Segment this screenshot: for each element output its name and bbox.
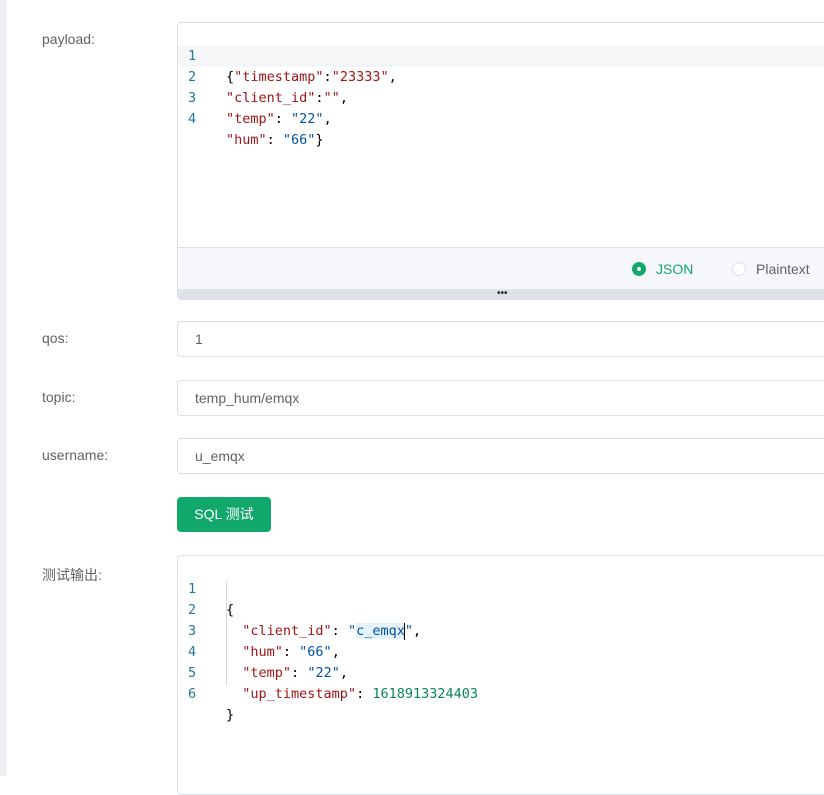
output-editor[interactable]: 1 { 2 "client_id": "c_emqx", 3 "hum": "6… <box>177 555 824 795</box>
code-line: 4 "temp": "22", <box>178 621 824 681</box>
topic-label: topic: <box>42 389 76 405</box>
code-line: 6 } <box>178 663 824 723</box>
radio-unchecked-icon <box>732 262 746 276</box>
topic-input[interactable]: temp_hum/emqx <box>177 380 824 416</box>
code-line: 3 "temp": "22", <box>178 67 824 127</box>
code-line: 3 "hum": "66", <box>178 600 824 660</box>
output-label: 测试输出: <box>42 567 102 583</box>
plaintext-radio-label: Plaintext <box>756 261 810 277</box>
line-number: 4 <box>188 111 197 127</box>
line-number: 6 <box>188 686 197 702</box>
payload-label: payload: <box>42 31 95 47</box>
code-text: "hum": "66"} <box>226 132 324 148</box>
code-line: 1 { <box>178 558 824 618</box>
format-toolbar: JSON Plaintext <box>178 247 824 290</box>
code-line: 5 "up_timestamp": 1618913324403 <box>178 642 824 702</box>
plaintext-radio[interactable]: Plaintext <box>732 260 810 278</box>
code-text: "temp": "22", <box>226 111 332 127</box>
code-line: 4 "hum": "66"} <box>178 88 824 148</box>
code-line: 1 {"timestamp":"23333", <box>178 25 824 85</box>
code-line: 2 "client_id": "c_emqx", <box>178 579 824 640</box>
username-label: username: <box>42 447 109 463</box>
code-line: 2 "client_id":"", <box>178 46 824 106</box>
editor-resize-handle[interactable]: ••• <box>178 289 824 299</box>
sql-test-button[interactable]: SQL 测试 <box>177 497 271 532</box>
json-radio-label: JSON <box>656 261 694 277</box>
qos-label: qos: <box>42 330 69 346</box>
left-panel-edge <box>0 0 7 776</box>
json-radio[interactable]: JSON <box>632 260 693 278</box>
code-text: } <box>226 707 235 723</box>
qos-input[interactable]: 1 <box>177 321 824 357</box>
drag-dots-icon: ••• <box>497 288 508 299</box>
payload-editor[interactable]: 1 {"timestamp":"23333", 2 "client_id":""… <box>177 22 824 300</box>
radio-checked-icon <box>632 262 646 276</box>
code-text: "up_timestamp": 1618913324403 <box>242 686 478 702</box>
username-input[interactable]: u_emqx <box>177 438 824 474</box>
